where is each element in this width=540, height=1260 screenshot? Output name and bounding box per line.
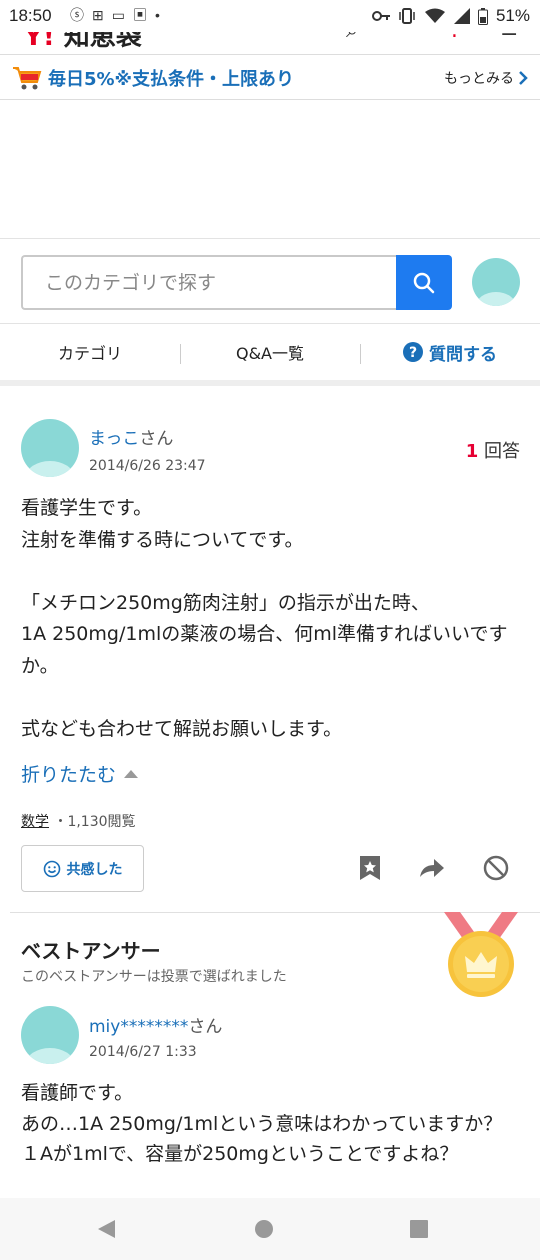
share-icon bbox=[420, 859, 444, 877]
recents-button[interactable] bbox=[405, 1215, 433, 1243]
answerer-honorific: さん bbox=[188, 1017, 223, 1037]
smile-icon bbox=[43, 860, 60, 877]
answer-count-number: 1 bbox=[465, 441, 479, 462]
medal-icon bbox=[444, 912, 518, 997]
app-icon: ▣ bbox=[132, 7, 155, 23]
more-link[interactable]: もっとみる bbox=[444, 68, 528, 88]
notification-icon: ⓢ bbox=[70, 7, 92, 23]
status-bar: 18:50 ⓢ⊞▭▣• 51% bbox=[0, 0, 540, 32]
site-logo[interactable]: Y! 知恵袋 bbox=[24, 32, 142, 53]
tab-bar: カテゴリ Q&A一覧 ? 質問する bbox=[0, 324, 540, 386]
question-date: 2014/6/26 23:47 bbox=[89, 458, 206, 474]
search-button[interactable] bbox=[396, 255, 452, 310]
dot-icon: • bbox=[154, 7, 168, 23]
answer-body: 看護師です。 あの…1A 250mg/1mlという意味はわかっていますか？ １A… bbox=[21, 1082, 503, 1165]
best-answer-subtitle: このベストアンサーは投票で選ばれました bbox=[21, 969, 287, 985]
question-icon: ? bbox=[403, 342, 423, 362]
question-body: 看護学生です。 注射を準備する時についてです。 「メチロン250mg筋肉注射」の… bbox=[21, 497, 508, 740]
answer-count[interactable]: 1 回答 bbox=[466, 437, 520, 463]
menu-icon[interactable]: ≡ bbox=[500, 32, 518, 43]
search-input[interactable] bbox=[21, 255, 397, 310]
sim-icon: ▭ bbox=[111, 7, 133, 23]
wifi-icon bbox=[424, 8, 445, 23]
share-button[interactable] bbox=[416, 852, 448, 884]
questioner-honorific: さん bbox=[139, 429, 174, 449]
block-button[interactable] bbox=[480, 852, 512, 884]
collapse-toggle[interactable]: 折りたたむ bbox=[21, 760, 139, 787]
questioner-name[interactable]: まっこさん bbox=[89, 424, 173, 449]
bell-icon[interactable]: ◠ bbox=[396, 32, 415, 43]
yahoo-icon[interactable]: ! bbox=[450, 32, 459, 43]
back-button[interactable] bbox=[92, 1215, 120, 1243]
more-link-label: もっとみる bbox=[444, 71, 514, 87]
back-triangle-icon bbox=[98, 1220, 115, 1238]
ask-question-label: 質問する bbox=[429, 344, 497, 365]
questioner-username: まっこ bbox=[89, 429, 140, 449]
search-icon bbox=[413, 272, 435, 293]
empathy-label: 共感した bbox=[66, 861, 123, 878]
nfc-icon: ⊞ bbox=[92, 7, 112, 23]
notification-icons: ⓢ⊞▭▣• bbox=[70, 5, 168, 25]
caret-up-icon bbox=[124, 770, 139, 778]
svg-text:?: ? bbox=[409, 345, 417, 361]
signal-icon bbox=[453, 8, 470, 24]
collapse-label: 折りたたむ bbox=[21, 764, 117, 786]
vibrate-icon bbox=[399, 8, 415, 24]
battery-percent: 51% bbox=[495, 6, 530, 25]
block-icon bbox=[483, 855, 509, 881]
status-time: 18:50 bbox=[9, 6, 52, 25]
promo-text: 毎日5%※支払条件・上限あり bbox=[48, 69, 295, 90]
tab-category-label: カテゴリ bbox=[57, 344, 122, 363]
empathy-button[interactable]: 共感した bbox=[21, 845, 144, 892]
site-header: Y! 知恵袋 ⌕ ◠ ! ≡ bbox=[0, 32, 540, 54]
bookmark-button[interactable] bbox=[354, 852, 386, 884]
question-meta: 数学 ・1,130閲覧 bbox=[21, 811, 136, 831]
answerer-name[interactable]: miy********さん bbox=[89, 1012, 222, 1037]
category-link[interactable]: 数学 bbox=[21, 814, 49, 830]
cart-icon bbox=[13, 67, 42, 90]
user-avatar[interactable] bbox=[472, 258, 520, 306]
ask-question-button[interactable]: ? 質問する bbox=[360, 324, 540, 380]
tab-category[interactable]: カテゴリ bbox=[0, 324, 180, 380]
view-count: ・1,130閲覧 bbox=[53, 814, 136, 830]
bookmark-star-icon bbox=[360, 856, 380, 880]
battery-icon bbox=[477, 7, 488, 25]
chevron-right-icon bbox=[519, 71, 528, 85]
recents-square-icon bbox=[410, 1220, 428, 1238]
search-icon[interactable]: ⌕ bbox=[346, 32, 358, 43]
home-button[interactable] bbox=[250, 1215, 278, 1243]
questioner-avatar[interactable] bbox=[21, 419, 79, 477]
answerer-username: miy******** bbox=[89, 1017, 189, 1037]
answer-date: 2014/6/27 1:33 bbox=[89, 1044, 197, 1060]
promo-banner[interactable]: 毎日5%※支払条件・上限あり もっとみる bbox=[0, 54, 540, 100]
search-bar bbox=[0, 238, 540, 324]
system-icons: 51% bbox=[371, 6, 530, 26]
answer-count-label: 回答 bbox=[484, 441, 520, 462]
home-circle-icon bbox=[255, 1220, 273, 1238]
navigation-bar bbox=[0, 1198, 540, 1260]
best-answer-title: ベストアンサー bbox=[21, 939, 161, 963]
tab-qa-list-label: Q&A一覧 bbox=[235, 344, 305, 363]
ad-space bbox=[0, 100, 540, 238]
tab-qa-list[interactable]: Q&A一覧 bbox=[180, 324, 360, 380]
key-icon bbox=[371, 11, 390, 21]
answerer-avatar[interactable] bbox=[21, 1006, 79, 1064]
